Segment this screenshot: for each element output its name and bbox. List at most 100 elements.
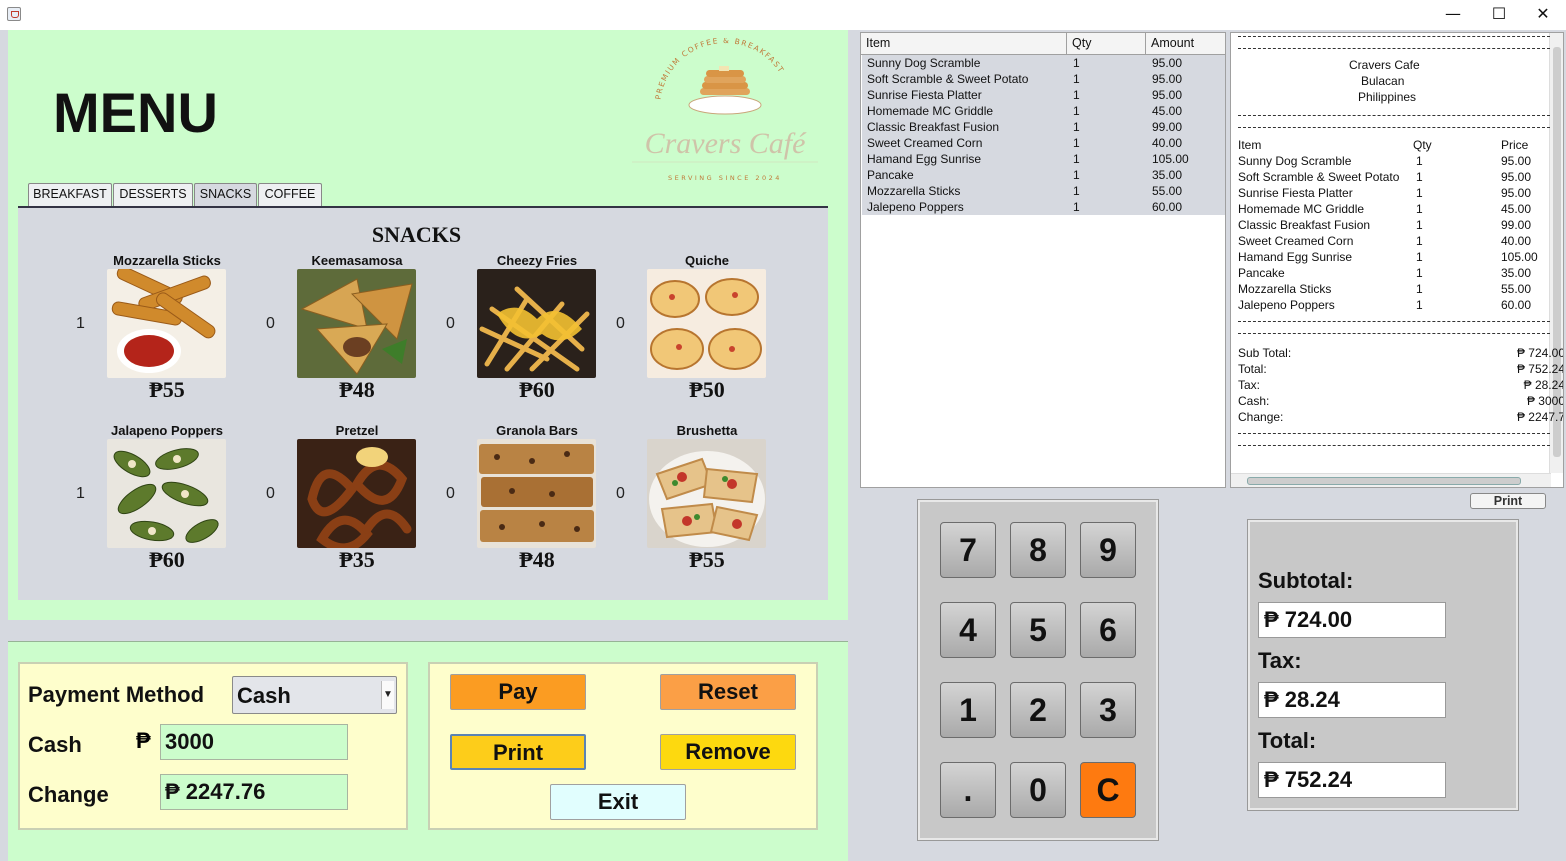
cell-item: Hamand Egg Sunrise bbox=[867, 152, 982, 166]
receipt-line-qty: 1 bbox=[1416, 170, 1423, 184]
key-2[interactable]: 2 bbox=[1010, 682, 1066, 738]
mozzarella-sticks-photo bbox=[107, 269, 226, 378]
cell-amount: 60.00 bbox=[1152, 200, 1183, 214]
table-row[interactable]: Pancake 1 35.00 bbox=[862, 167, 1225, 183]
cell-amount: 40.00 bbox=[1152, 136, 1183, 150]
cell-qty: 1 bbox=[1073, 184, 1080, 198]
receipt-line-price: 60.00 bbox=[1501, 298, 1532, 312]
order-table[interactable]: Item Qty Amount Sunny Dog Scramble 1 95.00… bbox=[860, 32, 1226, 488]
receipt-header-price: Price bbox=[1501, 138, 1529, 152]
maximize-button[interactable]: ☐ bbox=[1476, 0, 1522, 30]
cell-qty: 1 bbox=[1073, 56, 1080, 70]
receipt-line-price: 55.00 bbox=[1501, 282, 1532, 296]
cell-amount: 95.00 bbox=[1152, 72, 1183, 86]
key-9[interactable]: 9 bbox=[1080, 522, 1136, 578]
item-name: Quiche bbox=[684, 253, 730, 268]
key-decimal[interactable]: . bbox=[940, 762, 996, 818]
item-name: Pretzel bbox=[335, 423, 379, 438]
actions-box: Pay Reset Print Remove Exit bbox=[428, 662, 818, 830]
menu-item-quiche[interactable]: Quiche 0 ₱50 bbox=[616, 253, 782, 403]
quiche-photo bbox=[647, 269, 766, 378]
subtotal-field[interactable]: ₱ 724.00 bbox=[1258, 602, 1446, 638]
table-row[interactable]: Mozzarella Sticks 1 55.00 bbox=[862, 183, 1225, 199]
item-qty: 1 bbox=[76, 485, 85, 502]
cell-qty: 1 bbox=[1073, 104, 1080, 118]
cell-item: Mozzarella Sticks bbox=[867, 184, 961, 198]
cell-item: Pancake bbox=[867, 168, 914, 182]
column-header-qty[interactable]: Qty bbox=[1067, 33, 1146, 54]
table-row[interactable]: Homemade MC Griddle 1 45.00 bbox=[862, 103, 1225, 119]
menu-item-granola-bars[interactable]: Granola Bars 0 ₱48 bbox=[446, 423, 612, 573]
menu-item-brushetta[interactable]: Brushetta 0 ₱55 bbox=[616, 423, 782, 573]
menu-item-keemasamosa[interactable]: Keemasamosa 0 ₱48 bbox=[266, 253, 432, 403]
key-clear[interactable]: C bbox=[1080, 762, 1136, 818]
exit-button[interactable]: Exit bbox=[550, 784, 686, 820]
receipt-shop-name: Cravers Cafe bbox=[1349, 58, 1420, 72]
print-receipt-button[interactable]: Print bbox=[1470, 493, 1546, 509]
key-5[interactable]: 5 bbox=[1010, 602, 1066, 658]
payment-method-select[interactable]: Cash ▼ bbox=[232, 676, 397, 714]
payment-box: Payment Method Cash ▼ Cash ₱ 3000 Change … bbox=[18, 662, 408, 830]
table-row[interactable]: Sunny Dog Scramble 1 95.00 bbox=[862, 55, 1225, 71]
key-3[interactable]: 3 bbox=[1080, 682, 1136, 738]
key-1[interactable]: 1 bbox=[940, 682, 996, 738]
horizontal-scrollbar[interactable] bbox=[1231, 473, 1551, 487]
pay-button[interactable]: Pay bbox=[450, 674, 586, 710]
key-6[interactable]: 6 bbox=[1080, 602, 1136, 658]
menu-item-cheezy-fries[interactable]: Cheezy Fries 0 ₱60 bbox=[446, 253, 612, 403]
granola-bars-photo bbox=[477, 439, 596, 548]
close-button[interactable]: ✕ bbox=[1520, 0, 1566, 30]
change-field[interactable]: ₱ 2247.76 bbox=[160, 774, 348, 810]
cell-qty: 1 bbox=[1073, 168, 1080, 182]
receipt-divider bbox=[1238, 36, 1550, 37]
menu-item-jalapeno-poppers[interactable]: Jalapeno Poppers 1 ₱60 bbox=[76, 423, 242, 573]
table-row[interactable]: Sweet Creamed Corn 1 40.00 bbox=[862, 135, 1225, 151]
receipt-divider bbox=[1238, 445, 1550, 446]
menu-title: MENU bbox=[53, 81, 218, 144]
receipt-line-qty: 1 bbox=[1416, 250, 1423, 264]
cash-input[interactable]: 3000 bbox=[160, 724, 348, 760]
receipt-line-qty: 1 bbox=[1416, 266, 1423, 280]
cell-amount: 55.00 bbox=[1152, 184, 1183, 198]
tab-coffee[interactable]: COFFEE bbox=[258, 183, 322, 206]
menu-item-pretzel[interactable]: Pretzel 0 ₱35 bbox=[266, 423, 432, 573]
table-row[interactable]: Sunrise Fiesta Platter 1 95.00 bbox=[862, 87, 1225, 103]
menu-item-mozzarella-sticks[interactable]: Mozzarella Sticks 1 ₱55 bbox=[76, 253, 242, 403]
item-price: ₱60 bbox=[149, 547, 185, 572]
tab-breakfast[interactable]: BREAKFAST bbox=[28, 183, 112, 206]
receipt-panel[interactable]: Cravers Cafe Bulacan Philippines Item Qty Pri… bbox=[1230, 32, 1564, 488]
dropdown-arrow-icon[interactable]: ▼ bbox=[381, 681, 394, 709]
tab-desserts[interactable]: DESSERTS bbox=[113, 183, 193, 206]
column-header-amount[interactable]: Amount bbox=[1146, 33, 1225, 54]
receipt-line-price: 35.00 bbox=[1501, 266, 1532, 280]
key-0[interactable]: 0 bbox=[1010, 762, 1066, 818]
total-field[interactable]: ₱ 752.24 bbox=[1258, 762, 1446, 798]
receipt-line-item: Pancake bbox=[1238, 266, 1285, 280]
key-8[interactable]: 8 bbox=[1010, 522, 1066, 578]
print-button[interactable]: Print bbox=[450, 734, 586, 770]
cheezy-fries-photo bbox=[477, 269, 596, 378]
cell-amount: 45.00 bbox=[1152, 104, 1183, 118]
table-row[interactable]: Jalepeno Poppers 1 60.00 bbox=[862, 199, 1225, 215]
receipt-line-qty: 1 bbox=[1416, 154, 1423, 168]
tab-snacks[interactable]: SNACKS bbox=[194, 183, 257, 206]
receipt-summary-label: Tax: bbox=[1238, 378, 1261, 392]
table-row[interactable]: Hamand Egg Sunrise 1 105.00 bbox=[862, 151, 1225, 167]
jalapeno-poppers-photo bbox=[107, 439, 226, 548]
reset-button[interactable]: Reset bbox=[660, 674, 796, 710]
key-4[interactable]: 4 bbox=[940, 602, 996, 658]
table-row[interactable]: Classic Breakfast Fusion 1 99.00 bbox=[862, 119, 1225, 135]
tax-field[interactable]: ₱ 28.24 bbox=[1258, 682, 1446, 718]
minimize-button[interactable]: — bbox=[1430, 0, 1476, 30]
key-7[interactable]: 7 bbox=[940, 522, 996, 578]
payment-method-value: Cash bbox=[237, 683, 291, 708]
receipt-summary-value: ₱ 3000 bbox=[1526, 394, 1564, 408]
brushetta-photo bbox=[647, 439, 766, 548]
item-price: ₱60 bbox=[519, 377, 555, 402]
cell-amount: 35.00 bbox=[1152, 168, 1183, 182]
remove-button[interactable]: Remove bbox=[660, 734, 796, 770]
item-name: Keemasamosa bbox=[311, 253, 403, 268]
table-row[interactable]: Soft Scramble & Sweet Potato 1 95.00 bbox=[862, 71, 1225, 87]
item-qty: 0 bbox=[266, 315, 275, 332]
column-header-item[interactable]: Item bbox=[861, 33, 1067, 54]
